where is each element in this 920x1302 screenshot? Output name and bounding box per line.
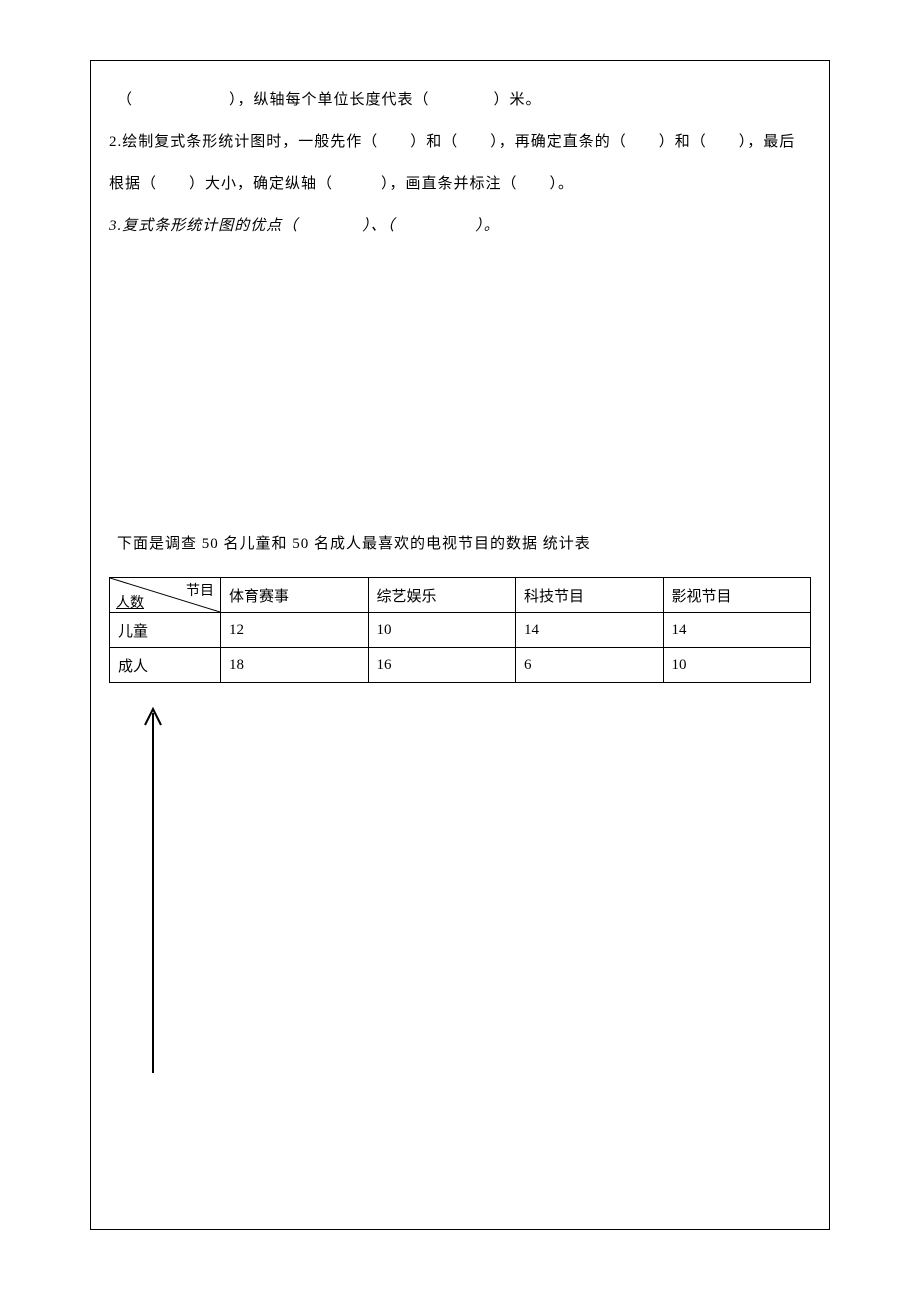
- diag-bottom-label: 人数: [116, 592, 144, 612]
- data-cell: 14: [663, 613, 811, 648]
- header-cell: 科技节目: [516, 578, 664, 613]
- diag-top-label: 节目: [186, 580, 214, 600]
- data-table: 节目 人数 体育赛事 综艺娱乐 科技节目 影视节目 儿童 12 10 14 14…: [109, 577, 811, 683]
- blank-space: [109, 247, 811, 517]
- data-cell: 14: [516, 613, 664, 648]
- blank-chart-axis: [139, 703, 639, 1103]
- data-cell: 18: [221, 648, 369, 683]
- header-cell: 综艺娱乐: [368, 578, 516, 613]
- question-3: 3.复式条形统计图的优点（ ）、（ ）。: [109, 205, 811, 247]
- data-cell: 6: [516, 648, 664, 683]
- page: （ ），纵轴每个单位长度代表（ ）米。 2.绘制复式条形统计图时，一般先作（ ）…: [0, 0, 920, 1302]
- y-axis-arrow-icon: [139, 703, 199, 1083]
- row-label: 儿童: [110, 613, 221, 648]
- table-row: 儿童 12 10 14 14: [110, 613, 811, 648]
- question-2: 2.绘制复式条形统计图时，一般先作（ ）和（ ），再确定直条的（ ）和（ ），最…: [109, 121, 811, 205]
- data-cell: 10: [368, 613, 516, 648]
- data-cell: 16: [368, 648, 516, 683]
- header-cell: 体育赛事: [221, 578, 369, 613]
- header-cell: 影视节目: [663, 578, 811, 613]
- table-row: 成人 18 16 6 10: [110, 648, 811, 683]
- content-frame: （ ），纵轴每个单位长度代表（ ）米。 2.绘制复式条形统计图时，一般先作（ ）…: [90, 60, 830, 1230]
- data-cell: 10: [663, 648, 811, 683]
- row-label: 成人: [110, 648, 221, 683]
- table-header-row: 节目 人数 体育赛事 综艺娱乐 科技节目 影视节目: [110, 578, 811, 613]
- data-cell: 12: [221, 613, 369, 648]
- question-1-fragment: （ ），纵轴每个单位长度代表（ ）米。: [109, 79, 811, 121]
- table-caption: 下面是调查 50 名儿童和 50 名成人最喜欢的电视节目的数据 统计表: [109, 523, 811, 565]
- diagonal-header-cell: 节目 人数: [110, 578, 221, 613]
